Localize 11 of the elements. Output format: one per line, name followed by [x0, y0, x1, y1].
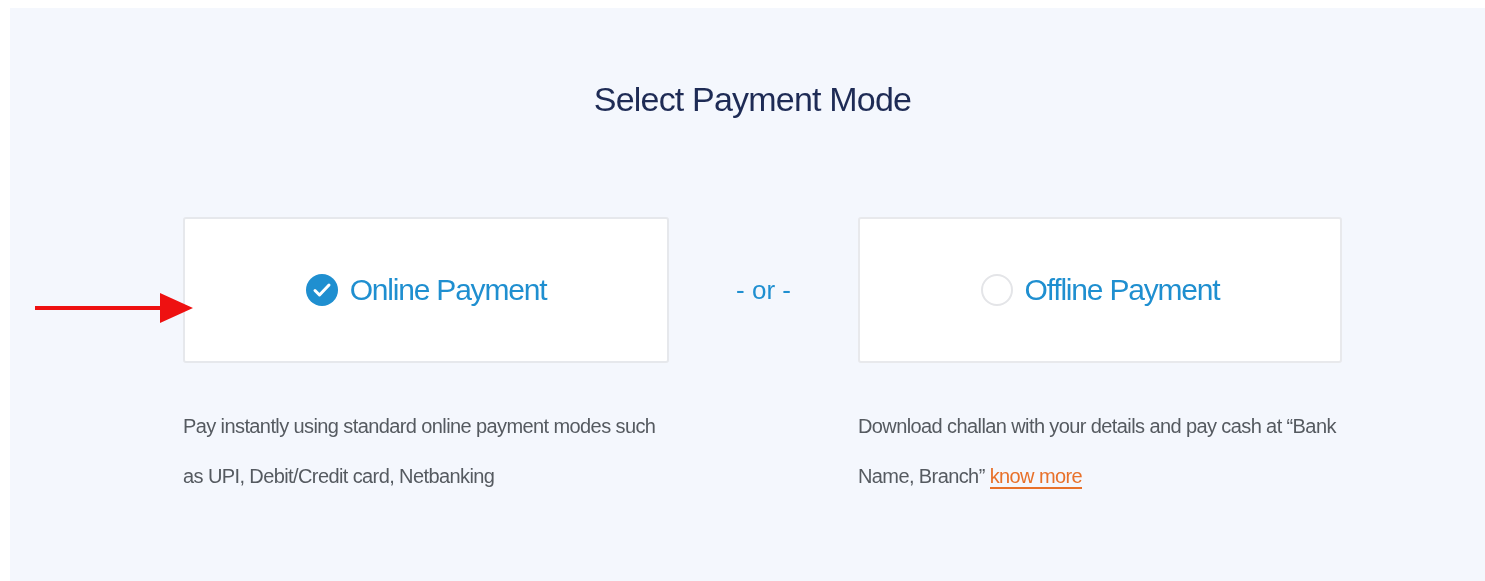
or-separator: - or -: [736, 274, 791, 306]
option-description: Pay instantly using standard online payment modes such as UPI, Debit/Credit card, Netbanking: [183, 414, 657, 489]
page-title: Select Payment Mode: [593, 80, 912, 119]
know-more-link[interactable]: know more: [989, 465, 1083, 489]
payment-option-card[interactable]: Offline Payment: [858, 217, 1342, 363]
option-label: Online Payment: [349, 273, 547, 307]
radio-icon[interactable]: [980, 274, 1013, 306]
option-description: Download challan with your details and pay cash at “Bank Name, Branch” know more: [858, 414, 1338, 491]
check-circle-icon: [305, 274, 338, 306]
option-label: Offline Payment: [1024, 273, 1220, 307]
payment-option-card[interactable]: Online Payment: [183, 217, 669, 363]
